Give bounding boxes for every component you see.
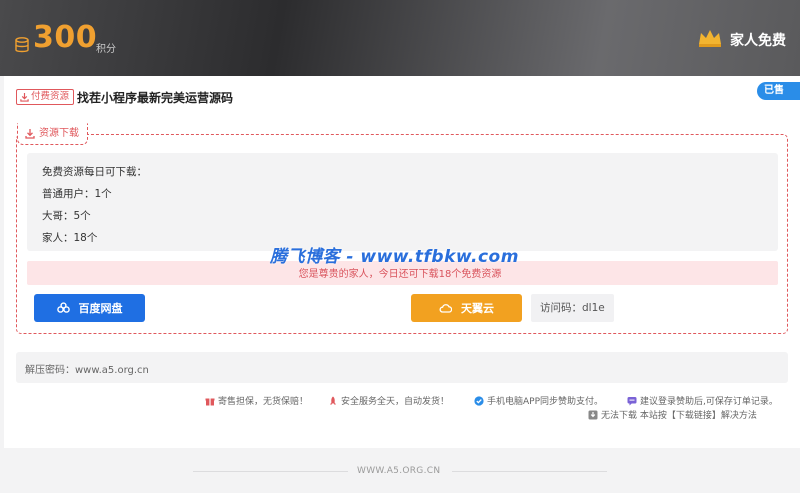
notice-text: 您是尊贵的家人，今日还可下载18个免费资源 (298, 269, 502, 280)
vip-label[interactable]: 家人免费 (730, 30, 786, 50)
guarantee-item: 寄售担保，无货保赔！ (205, 394, 308, 407)
footer-text: WWW.A5.ORG.CN (357, 466, 441, 476)
sold-count-badge: 已售 2 (757, 82, 800, 114)
check-badge-icon (474, 395, 484, 406)
top-banner (0, 0, 800, 76)
unzip-password-text: 解压密码：www.a5.org.cn (25, 365, 149, 376)
download-help-icon (588, 410, 598, 419)
guarantee-item: 建议登录赞助后,可保存订单记录。 (627, 394, 778, 407)
cloud-icon (439, 304, 452, 313)
coin-stack-icon (15, 37, 29, 53)
quota-line: 普通用户：1个 (42, 188, 112, 200)
rocket-icon (330, 396, 336, 404)
access-code: 访问码：dl1e (531, 294, 614, 322)
quota-line: 家人：18个 (42, 232, 98, 244)
guarantee-item: 安全服务全天，自动发货！ (328, 394, 449, 407)
tianyi-cloud-button[interactable]: 天翼云 (411, 294, 522, 322)
download-tab-label: 资源下载 (39, 128, 79, 139)
baidu-netdisk-button[interactable]: 百度网盘 (34, 294, 145, 322)
points-unit: 积分 (96, 44, 116, 55)
guarantee-text: 建议登录赞助后,可保存订单记录。 (640, 397, 778, 407)
guarantee-text: 寄售担保，无货保赔！ (218, 397, 309, 407)
gift-icon (205, 398, 215, 405)
points-value: 300 (33, 20, 98, 55)
quota-line: 大哥：5个 (42, 210, 91, 222)
tianyi-cloud-label: 天翼云 (461, 302, 494, 315)
watermark: 腾飞博客 - www.tfbkw.com (270, 247, 519, 267)
download-tab: 资源下载 (17, 123, 88, 145)
download-icon (25, 129, 35, 139)
guarantee-text: 手机电脑APP同步赞助支付。 (487, 397, 604, 407)
download-help-text: 无法下载 本站按【下载链接】解决方法 (601, 411, 757, 421)
footer-divider (452, 471, 607, 472)
paid-badge-label: 付费资源 (31, 91, 70, 102)
crown-icon (699, 30, 721, 47)
download-help-link[interactable]: 无法下载 本站按【下载链接】解决方法 (588, 408, 757, 421)
chat-icon (627, 396, 637, 405)
guarantee-text: 安全服务全天，自动发货！ (341, 397, 450, 407)
baidu-cloud-icon (56, 302, 70, 313)
guarantee-item: 手机电脑APP同步赞助支付。 (474, 394, 603, 407)
quota-line: 免费资源每日可下载： (42, 166, 147, 178)
footer-divider (193, 471, 348, 472)
paid-resource-badge: 付费资源 (16, 89, 75, 105)
baidu-netdisk-label: 百度网盘 (78, 302, 123, 315)
download-icon (20, 92, 29, 102)
page-title: 找茬小程序最新完美运营源码 (77, 91, 234, 105)
